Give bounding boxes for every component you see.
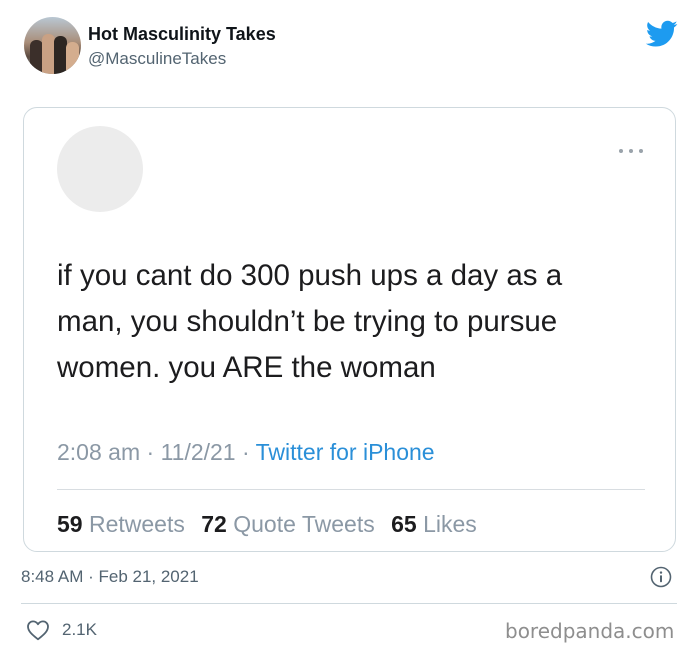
quote-tweets-label[interactable]: Quote Tweets	[233, 511, 375, 537]
quoted-avatar	[57, 126, 143, 212]
quoted-source-link[interactable]: Twitter for iPhone	[256, 439, 435, 465]
author-display-name[interactable]: Hot Masculinity Takes	[88, 23, 276, 45]
quoted-time: 2:08 am	[57, 439, 141, 465]
quoted-stats: 59 Retweets 72 Quote Tweets 65 Likes	[57, 510, 477, 538]
retweets-label[interactable]: Retweets	[89, 511, 185, 537]
quoted-text-line: man, you shouldn’t be trying to pursue	[57, 305, 558, 338]
quoted-text-line: women. you ARE the woman	[57, 351, 436, 384]
quoted-tweet-meta: 2:08 am · 11/2/21 · Twitter for iPhone	[57, 439, 435, 465]
author-avatar[interactable]	[24, 17, 81, 74]
quoted-tweet-text: if you cant do 300 push ups a day as a m…	[57, 253, 657, 391]
quoted-tweet-card[interactable]: if you cant do 300 push ups a day as a m…	[23, 107, 676, 552]
quoted-likes-count: 65	[391, 511, 417, 537]
quote-tweets-count: 72	[201, 511, 227, 537]
quoted-date: 11/2/21	[160, 439, 236, 465]
author-handle[interactable]: @MasculineTakes	[88, 48, 226, 70]
more-options-icon[interactable]	[618, 147, 644, 155]
info-icon[interactable]	[650, 566, 672, 588]
quoted-divider	[57, 489, 645, 490]
heart-icon[interactable]	[26, 619, 50, 641]
quoted-likes-label[interactable]: Likes	[423, 511, 477, 537]
like-count[interactable]: 2.1K	[62, 619, 97, 641]
quoted-text-line: if you cant do 300 push ups a day as a	[57, 259, 563, 292]
twitter-bird-icon[interactable]	[646, 20, 678, 48]
footer-divider	[21, 603, 677, 604]
watermark: boredpanda.com	[505, 619, 675, 643]
retweets-count: 59	[57, 511, 83, 537]
tweet-timestamp[interactable]: 8:48 AM · Feb 21, 2021	[21, 566, 199, 588]
